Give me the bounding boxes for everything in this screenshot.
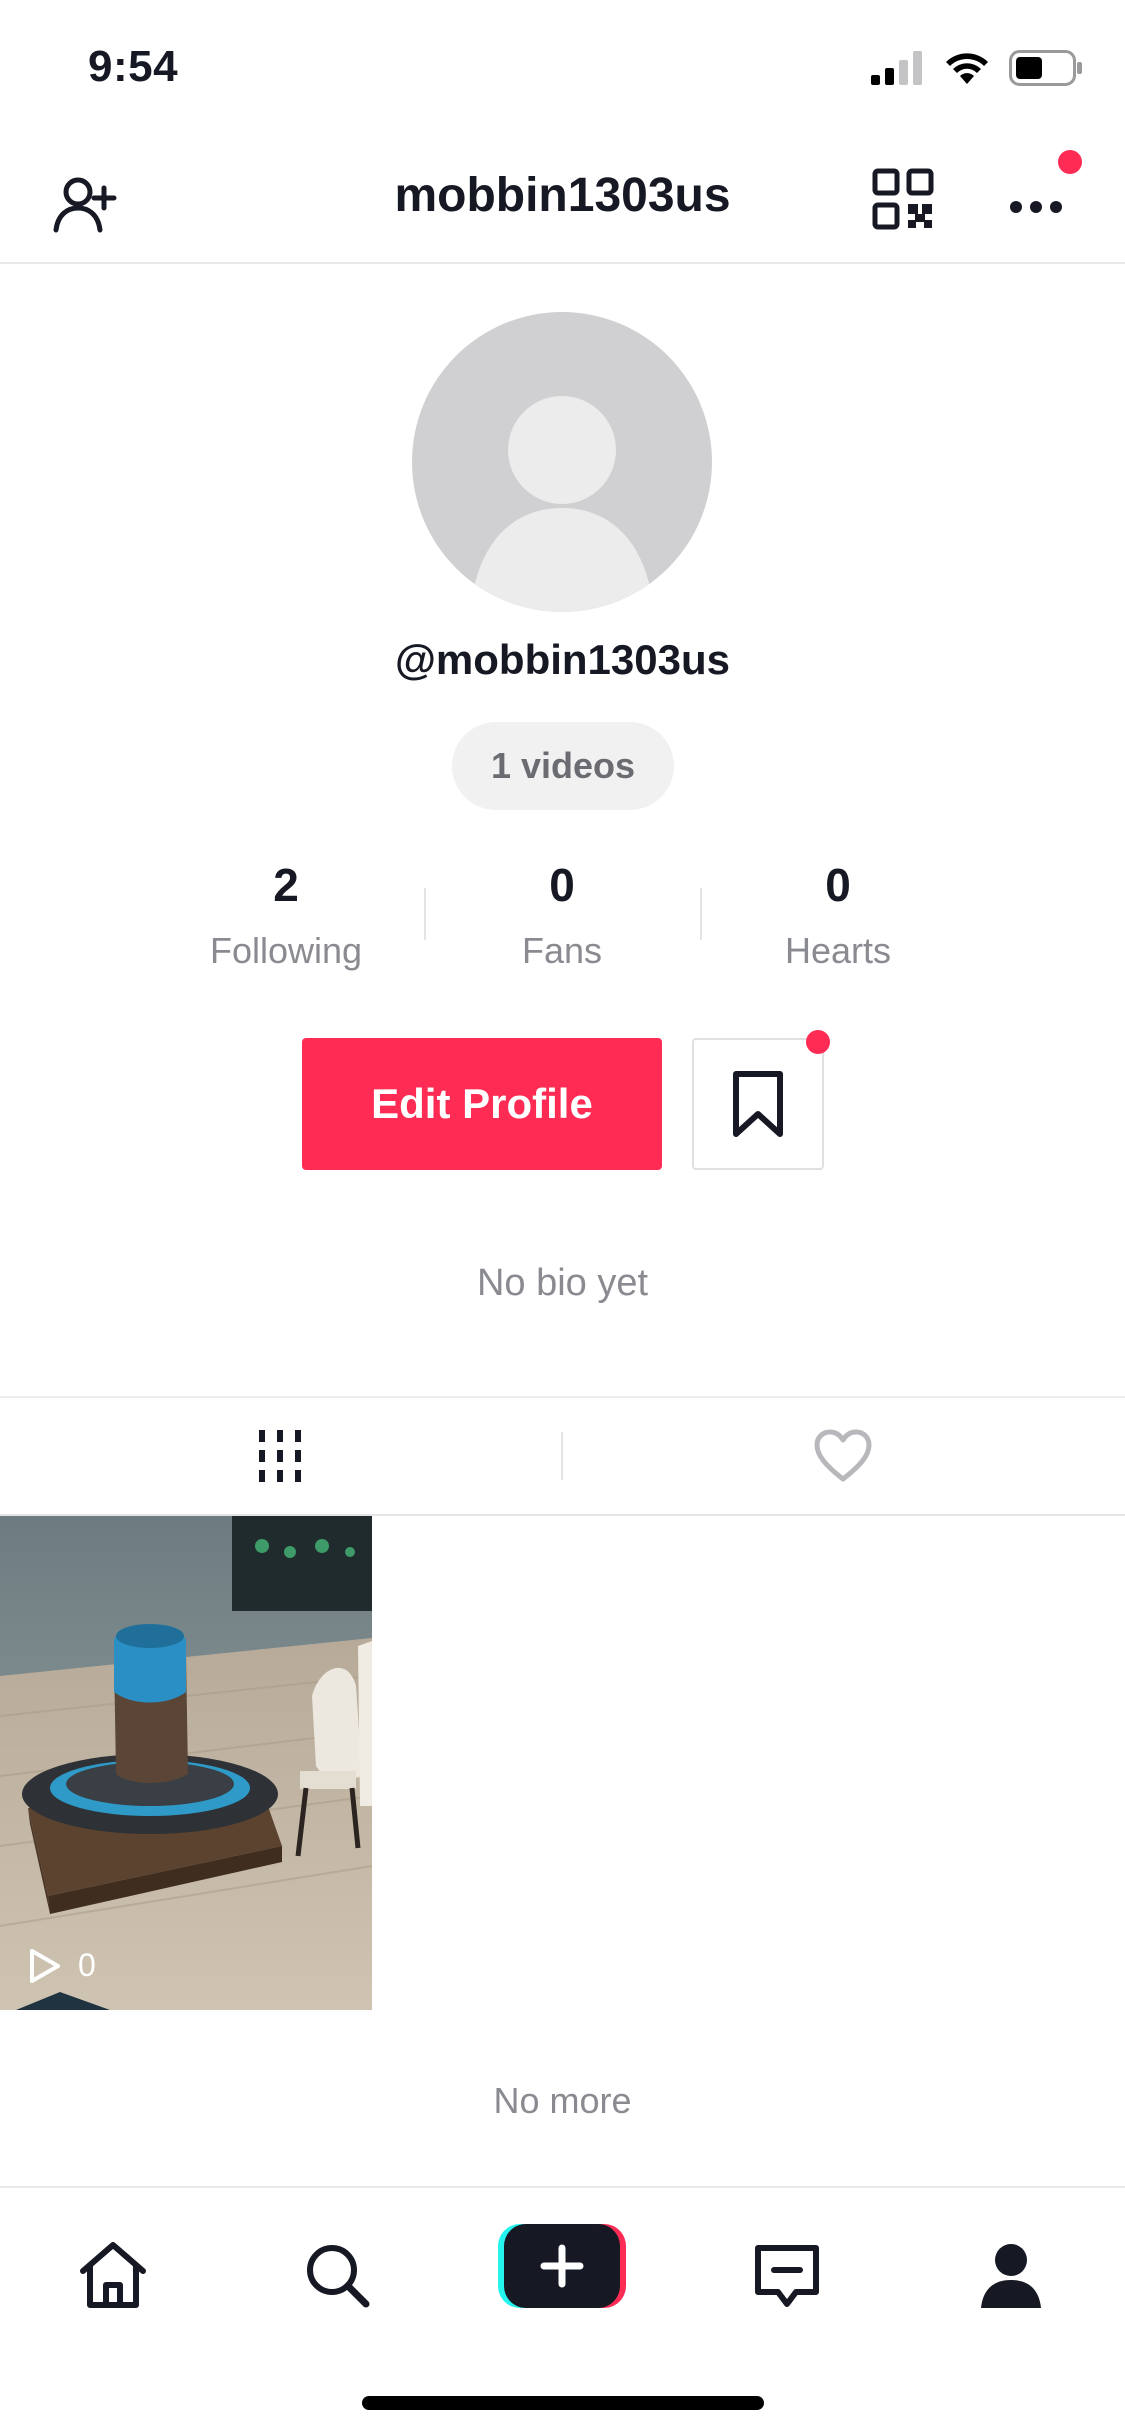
page-title: mobbin1303us [394,169,731,222]
status-time: 9:54 [88,42,179,91]
nav-inbox[interactable] [742,2230,832,2320]
tab-liked[interactable] [563,1398,1123,1514]
nav-discover[interactable] [292,2230,382,2320]
default-avatar-icon [470,396,654,612]
bio-text: No bio yet [476,1262,649,1304]
stat-hearts[interactable]: 0 Hearts [708,858,968,972]
heart-icon [814,1429,872,1482]
video-view-count: 0 [78,1947,96,1983]
home-indicator [362,2396,764,2410]
qr-code-icon[interactable] [872,168,934,230]
tab-videos[interactable] [0,1398,560,1514]
video-grid-icon [259,1430,301,1482]
profile-handle: @mobbin1303us [394,636,731,683]
stat-following-label: Following [209,930,363,971]
avatar[interactable] [412,312,712,612]
cellular-signal-icon [871,51,922,85]
stat-fans[interactable]: 0 Fans [432,858,692,972]
favorites-button[interactable] [692,1038,824,1170]
status-icons [871,48,1083,88]
stat-divider [424,888,426,940]
play-icon [30,1948,60,1983]
search-icon [307,2245,370,2308]
video-views: 0 [28,1947,96,1984]
nav-home[interactable] [68,2230,158,2320]
profile-header: mobbin1303us [0,140,1125,264]
stat-hearts-value: 0 [825,859,851,911]
nav-profile[interactable] [966,2230,1056,2320]
stat-divider [700,888,702,940]
home-icon [80,2242,146,2308]
videos-count-pill[interactable]: 1 videos [452,722,674,810]
stat-fans-value: 0 [549,859,575,911]
status-bar: 9:54 [0,0,1125,132]
edit-profile-button[interactable]: Edit Profile [302,1038,662,1170]
wifi-icon [946,53,988,84]
stat-hearts-label: Hearts [784,930,892,971]
no-more-label: No more [493,2080,632,2121]
favorites-notification-dot [806,1030,830,1054]
profile-icon [981,2244,1041,2308]
stat-following-value: 2 [273,859,299,911]
profile-stats: 2 Following 0 Fans 0 Hearts [0,858,1125,971]
stat-fans-label: Fans [521,930,603,971]
stat-following[interactable]: 2 Following [156,858,416,972]
battery-icon [1009,50,1082,86]
create-button[interactable] [498,2224,626,2308]
inbox-icon [755,2245,819,2307]
content-tabs [0,1396,1125,1516]
notification-dot [1058,150,1082,174]
more-options-icon[interactable] [1006,174,1066,234]
video-preview-image [0,1516,372,2010]
bookmark-icon [733,1071,783,1137]
video-thumbnail[interactable]: 0 [0,1516,372,2010]
